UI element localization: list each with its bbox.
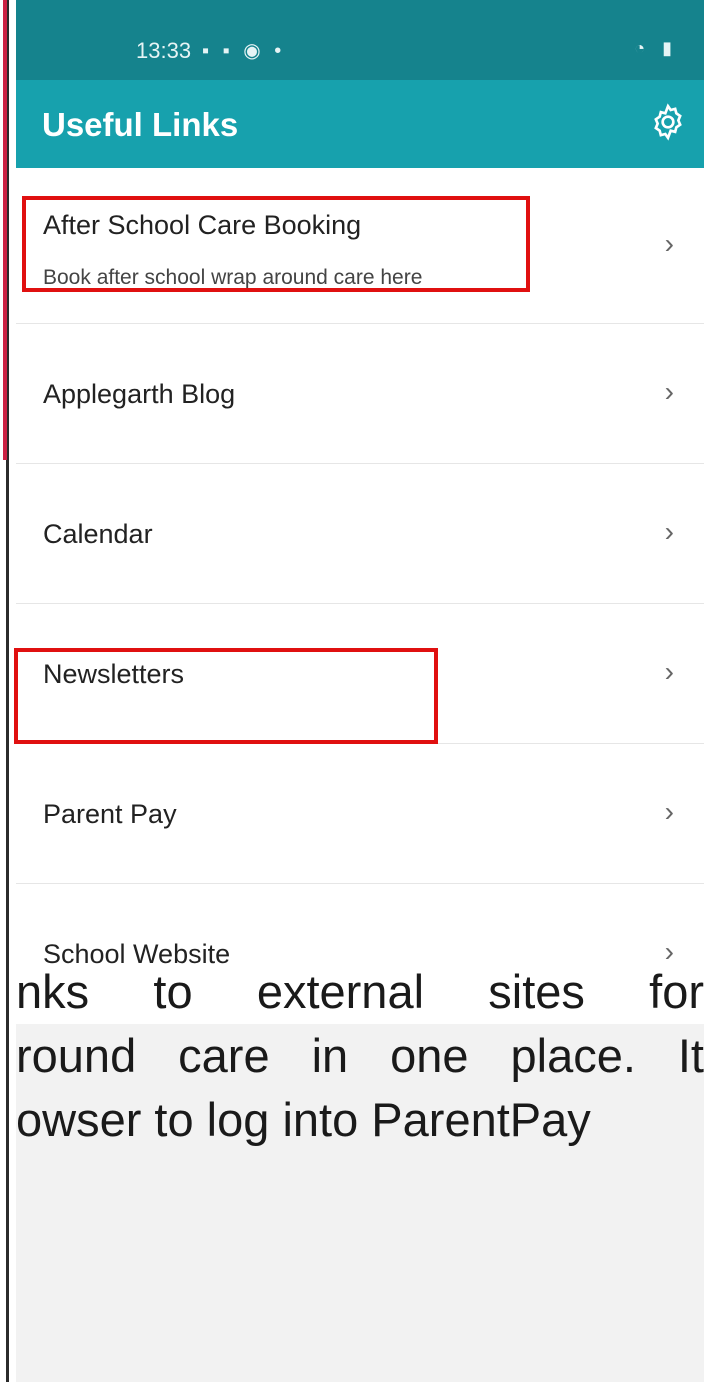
- list-item-title: Parent Pay: [43, 799, 177, 829]
- highlight-box-parent-pay: [14, 648, 438, 744]
- highlight-box-after-school-care: [22, 196, 530, 292]
- list-item-applegarth-blog[interactable]: Applegarth Blog ›: [16, 324, 704, 464]
- app-bar: Useful Links: [16, 80, 704, 168]
- chevron-right-icon: ›: [664, 376, 674, 407]
- document-line: owser to log into ParentPay: [16, 1093, 591, 1146]
- list-item-title: Applegarth Blog: [43, 379, 236, 409]
- system-icons: ◔ ▮: [634, 38, 678, 58]
- list-item-parent-pay[interactable]: Parent Pay ›: [16, 744, 704, 884]
- list-item-title: Calendar: [43, 519, 153, 549]
- page-title: Useful Links: [42, 106, 239, 143]
- list-item-calendar[interactable]: Calendar ›: [16, 464, 704, 604]
- chevron-right-icon: ›: [664, 796, 674, 827]
- gear-icon[interactable]: [648, 102, 688, 142]
- chevron-right-icon: ›: [664, 516, 674, 547]
- chevron-right-icon: ›: [664, 228, 674, 259]
- document-line: nks to external sites for: [16, 965, 704, 1018]
- document-accent-bar: [3, 0, 7, 460]
- status-bar: 13:33 ▪ ▪ ◉ • ◔ ▮: [16, 0, 704, 80]
- notification-icons: ▪ ▪ ◉ •: [202, 40, 286, 62]
- links-list: After School Care Booking Book after sch…: [16, 168, 704, 1024]
- chevron-right-icon: ›: [664, 656, 674, 687]
- document-paragraph: nks to external sites for round care in …: [16, 960, 704, 1152]
- status-time: 13:33: [136, 38, 192, 63]
- document-line: round care in one place. It: [16, 1029, 704, 1082]
